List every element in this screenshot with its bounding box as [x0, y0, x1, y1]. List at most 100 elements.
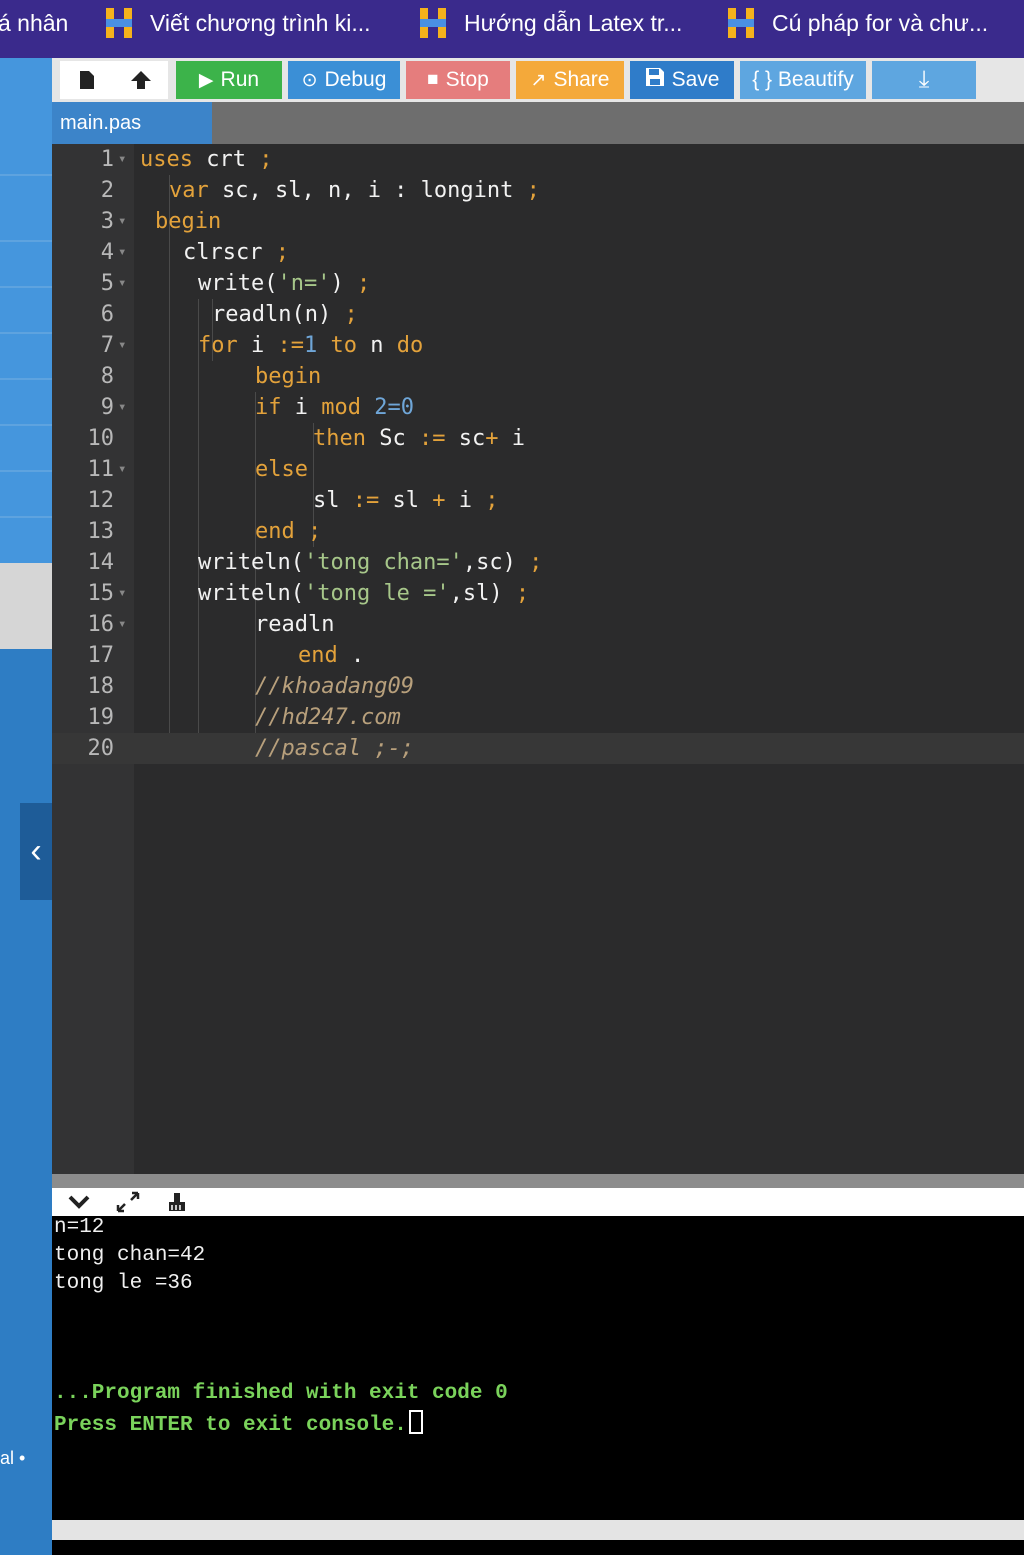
fold-toggle-icon[interactable]: ▾ — [118, 144, 126, 175]
upload-button[interactable] — [114, 61, 168, 99]
code-token: var — [169, 178, 209, 203]
console-output[interactable]: n=12 tong chan=42 tong le =36 ...Program… — [52, 1216, 1024, 1520]
code-token: end — [255, 519, 295, 544]
console-line: tong le =36 — [54, 1272, 193, 1295]
code-token: ; — [356, 271, 371, 296]
download-button[interactable]: ⤓ — [872, 61, 976, 99]
code-text: clrscr ; — [183, 237, 289, 268]
sidebar-divider — [0, 470, 52, 472]
bookmark-item[interactable]: Hướng dẫn Latex tr... — [418, 0, 682, 46]
line-number: 5 — [100, 271, 114, 296]
chevron-left-icon: ‹ — [30, 832, 42, 870]
code-token: //pascal ;-; — [255, 736, 414, 761]
line-number: 6 — [100, 302, 114, 327]
page-bottom-edge — [52, 1540, 1024, 1555]
code-text: //khoadang09 — [255, 671, 414, 702]
code-token: //khoadang09 — [255, 674, 414, 699]
run-button[interactable]: ▶ Run — [176, 61, 282, 99]
line-number: 20 — [87, 736, 115, 761]
line-number: 4 — [100, 240, 114, 265]
bookmark-item[interactable]: Viết chương trình ki... — [104, 0, 371, 46]
code-token: := — [418, 426, 446, 451]
code-text: var sc, sl, n, i : longint ; — [169, 175, 540, 206]
code-token: := — [277, 333, 305, 358]
code-text: readln — [255, 609, 334, 640]
code-token: then — [313, 426, 366, 451]
fold-toggle-icon[interactable]: ▾ — [118, 454, 126, 485]
code-text: begin — [155, 206, 221, 237]
code-token: := — [352, 488, 380, 513]
line-number: 9 — [100, 395, 114, 420]
code-token: readln(n) — [212, 302, 345, 327]
code-text: then Sc := sc+ i — [313, 423, 525, 454]
text-cursor — [408, 1410, 423, 1434]
code-line: 2 var sc, sl, n, i : longint ; — [52, 175, 1024, 206]
beautify-label: { } Beautify — [752, 68, 854, 91]
code-line: 17 end . — [52, 640, 1024, 671]
code-token: 1 — [304, 333, 318, 358]
code-token: . — [337, 643, 365, 668]
fold-toggle-icon[interactable]: ▾ — [118, 237, 126, 268]
code-text: //hd247.com — [255, 702, 401, 733]
code-line: 7 ▾ for i :=1 to n do — [52, 330, 1024, 361]
file-tabs: main.pas — [52, 102, 1024, 144]
code-token: 'tong chan=' — [303, 550, 463, 575]
new-file-button[interactable] — [60, 61, 114, 99]
bookmark-item[interactable]: Cú pháp for và chư... — [726, 0, 988, 46]
clear-icon[interactable] — [166, 1188, 188, 1216]
share-button[interactable]: ↗ Share — [516, 61, 624, 99]
chevron-down-icon[interactable] — [68, 1188, 90, 1216]
fold-toggle-icon[interactable]: ▾ — [118, 330, 126, 361]
console-footer — [52, 1520, 1024, 1540]
code-line: 9 ▾ if i mod 2=0 — [52, 392, 1024, 423]
upload-icon — [131, 71, 151, 89]
code-text: begin — [255, 361, 321, 392]
code-token: sc, sl, n, i : longint — [208, 178, 527, 203]
code-text: for i :=1 to n do — [198, 330, 423, 361]
code-token: n — [357, 333, 397, 358]
debug-button[interactable]: ⊙ Debug — [288, 61, 400, 99]
collapse-sidebar-button[interactable]: ‹ — [20, 803, 52, 900]
code-line: 3 ▾ begin — [52, 206, 1024, 237]
code-token: mod — [321, 395, 361, 420]
fold-toggle-icon[interactable]: ▾ — [118, 268, 126, 299]
code-text: sl := sl + i ; — [313, 485, 498, 516]
line-number: 17 — [87, 643, 115, 668]
fold-toggle-icon[interactable]: ▾ — [118, 609, 126, 640]
expand-icon[interactable] — [116, 1188, 140, 1216]
sidebar-divider — [0, 240, 52, 242]
code-token: sl — [379, 488, 433, 513]
code-token: ,sc) — [462, 550, 530, 575]
code-line: 5 ▾ write('n=') ; — [52, 268, 1024, 299]
code-editor[interactable]: 1 ▾ uses crt ; 2 var sc, sl, n, i : longint … — [52, 144, 1024, 1174]
code-token: end — [298, 643, 338, 668]
fold-toggle-icon[interactable]: ▾ — [118, 206, 126, 237]
bookmark-item[interactable]: á nhân — [0, 0, 68, 46]
hoc247-logo-icon — [418, 6, 448, 40]
bookmark-label: á nhân — [0, 9, 69, 36]
code-line: 12 sl := sl + i ; — [52, 485, 1024, 516]
fold-toggle-icon[interactable]: ▾ — [118, 578, 126, 609]
beautify-button[interactable]: { } Beautify — [740, 61, 866, 99]
tab-main-pas[interactable]: main.pas — [52, 102, 212, 144]
editor-toolbar: ▶ Run ⊙ Debug ■ Stop ↗ Share Save { } Be… — [52, 58, 1024, 102]
sidebar-divider — [0, 424, 52, 426]
stop-button[interactable]: ■ Stop — [406, 61, 510, 99]
code-token: 'n=' — [277, 271, 331, 296]
code-token: + — [485, 426, 499, 451]
sidebar-selected-item[interactable] — [0, 563, 52, 649]
stop-label: Stop — [445, 68, 489, 91]
code-token: sc — [445, 426, 486, 451]
code-token: 2=0 — [361, 395, 414, 420]
console-line: tong chan=42 — [54, 1244, 206, 1267]
line-number: 3 — [100, 209, 114, 234]
save-button[interactable]: Save — [630, 61, 734, 99]
code-token: write( — [198, 271, 278, 296]
fold-toggle-icon[interactable]: ▾ — [118, 392, 126, 423]
share-icon: ↗ — [530, 69, 547, 91]
code-text: readln(n) ; — [212, 299, 358, 330]
panel-splitter[interactable] — [52, 1174, 1024, 1188]
save-icon — [645, 67, 665, 93]
code-token: ; — [526, 178, 540, 203]
sidebar-divider — [0, 516, 52, 518]
